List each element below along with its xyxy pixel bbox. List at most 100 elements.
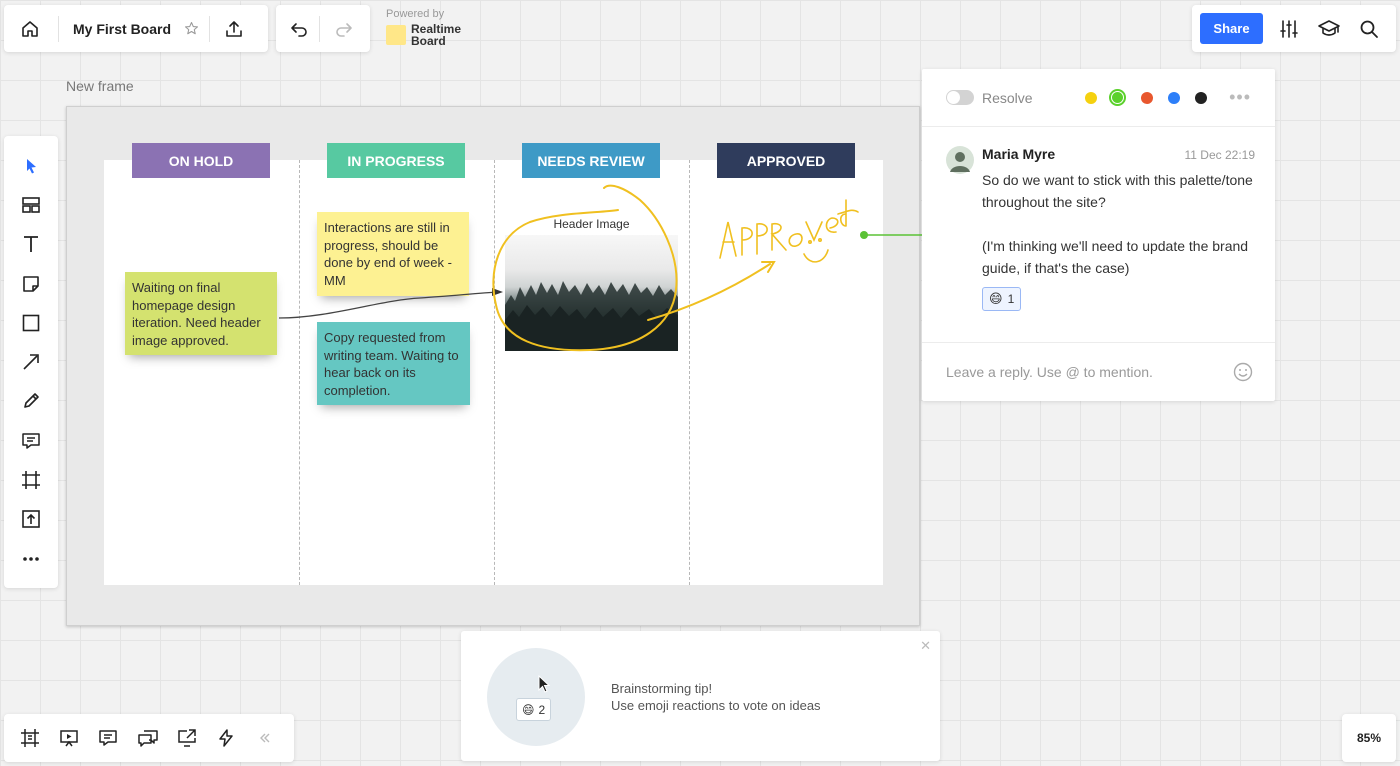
divider <box>209 15 211 42</box>
redo-icon <box>336 22 352 37</box>
color-orange[interactable] <box>1141 91 1154 104</box>
tip-title: Brainstorming tip! <box>611 681 713 696</box>
graduation-cap-icon <box>1318 19 1340 36</box>
brand-name: Realtime Board <box>411 22 462 48</box>
sticky-note[interactable]: Waiting on final homepage design iterati… <box>125 272 277 355</box>
emoji-picker-icon[interactable] <box>1233 362 1253 382</box>
frame-label[interactable]: New frame <box>66 78 134 94</box>
more-options-icon[interactable]: ••• <box>1229 87 1251 108</box>
powered-by-badge[interactable]: Powered by Realtime Board <box>386 8 471 47</box>
bottom-toolbar <box>4 714 294 762</box>
header-image[interactable] <box>505 235 678 351</box>
column-divider <box>494 160 495 585</box>
divider <box>319 15 320 42</box>
column-header-in-progress[interactable]: IN PROGRESS <box>327 143 465 178</box>
star-icon <box>184 21 198 35</box>
sticky-note[interactable]: Interactions are still in progress, shou… <box>317 212 469 296</box>
home-icon <box>22 20 38 37</box>
upload-icon <box>22 510 40 529</box>
activity-icon <box>219 729 233 747</box>
column-header-approved[interactable]: APPROVED <box>717 143 855 178</box>
activity-button[interactable] <box>206 718 245 758</box>
comment-icon <box>22 432 40 449</box>
left-toolbar <box>4 136 58 588</box>
settings-button[interactable] <box>1269 9 1309 49</box>
comments-list-icon <box>99 730 117 746</box>
collapse-button[interactable] <box>246 718 285 758</box>
favorite-button[interactable] <box>179 9 203 49</box>
comment-tool[interactable] <box>4 421 58 460</box>
color-picker: ••• <box>1070 87 1251 108</box>
emoji-reaction[interactable]: 😄 1 <box>982 287 1022 311</box>
connection-line-icon <box>23 354 39 370</box>
sticky-note-tool[interactable] <box>4 264 58 303</box>
tip-panel: 😄 2 Brainstorming tip! Use emoji reactio… <box>461 631 940 761</box>
board-toolbar: My First Board <box>4 5 268 52</box>
select-tool[interactable] <box>4 146 58 185</box>
text-icon <box>24 236 38 253</box>
more-tools[interactable] <box>4 539 58 578</box>
comment-text: So do we want to stick with this palette… <box>982 172 1253 210</box>
presentation-icon <box>60 730 78 747</box>
upload-icon <box>226 20 242 37</box>
column-divider <box>299 160 300 585</box>
color-blue[interactable] <box>1168 91 1181 104</box>
sticky-note[interactable]: Copy requested from writing team. Waitin… <box>317 322 470 405</box>
forest-image <box>505 281 678 351</box>
smile-emoji-icon: 😄 <box>522 702 535 717</box>
screen-share-button[interactable] <box>167 718 206 758</box>
learning-center-button[interactable] <box>1309 9 1349 49</box>
home-button[interactable] <box>10 9 50 49</box>
image-card-label: Header Image <box>553 217 630 231</box>
color-black[interactable] <box>1195 91 1208 104</box>
column-divider <box>689 160 690 585</box>
smile-emoji-icon: 😄 <box>989 291 1003 306</box>
color-green[interactable] <box>1109 89 1127 106</box>
board-title[interactable]: My First Board <box>59 21 179 37</box>
presentation-button[interactable] <box>49 718 88 758</box>
upload-tool[interactable] <box>4 500 58 539</box>
frame-icon <box>22 471 40 490</box>
share-button[interactable]: Share <box>1200 13 1263 44</box>
column-header-on-hold[interactable]: ON HOLD <box>132 143 270 178</box>
reply-placeholder: Leave a reply. Use @ to mention. <box>946 363 1153 380</box>
comment-author: Maria Myre <box>982 146 1056 162</box>
pen-tool[interactable] <box>4 382 58 421</box>
search-icon <box>1360 20 1378 38</box>
more-icon <box>23 556 39 561</box>
select-arrow-icon <box>27 158 36 174</box>
avatar <box>946 146 974 174</box>
zoom-level[interactable]: 85% <box>1342 714 1396 762</box>
undo-icon <box>291 22 307 37</box>
comment-date: 11 Dec 22:19 <box>1184 148 1256 162</box>
top-right-toolbar: Share <box>1192 5 1396 52</box>
sticky-note-icon <box>23 275 39 292</box>
export-button[interactable] <box>214 9 254 49</box>
comment-card: Resolve ••• Maria Myre 11 Dec 22:19 So d… <box>922 69 1275 401</box>
chat-button[interactable] <box>128 718 167 758</box>
reply-field[interactable]: Leave a reply. Use @ to mention. <box>922 343 1275 400</box>
frames-button[interactable] <box>10 718 49 758</box>
shape-icon <box>22 314 40 332</box>
close-icon[interactable]: ✕ <box>920 638 931 654</box>
powered-by-label: Powered by <box>386 8 445 20</box>
screen-share-icon <box>178 729 196 747</box>
reaction-count: 1 <box>1007 292 1015 306</box>
emoji-reaction: 😄 2 <box>516 698 552 721</box>
search-button[interactable] <box>1349 9 1389 49</box>
templates-tool[interactable] <box>4 185 58 224</box>
frame-tool[interactable] <box>4 460 58 499</box>
column-header-needs-review[interactable]: NEEDS REVIEW <box>522 143 660 178</box>
resolve-toggle[interactable] <box>946 90 974 105</box>
tip-text: Use emoji reactions to vote on ideas <box>611 698 821 713</box>
undo-button[interactable] <box>279 9 319 49</box>
tip-illustration <box>487 648 585 746</box>
shape-tool[interactable] <box>4 303 58 342</box>
redo-button[interactable] <box>324 9 364 49</box>
comments-button[interactable] <box>89 718 128 758</box>
text-tool[interactable] <box>4 225 58 264</box>
cursor-icon <box>538 675 551 693</box>
connection-line-tool[interactable] <box>4 342 58 381</box>
color-yellow[interactable] <box>1085 91 1098 104</box>
templates-icon <box>22 197 40 213</box>
